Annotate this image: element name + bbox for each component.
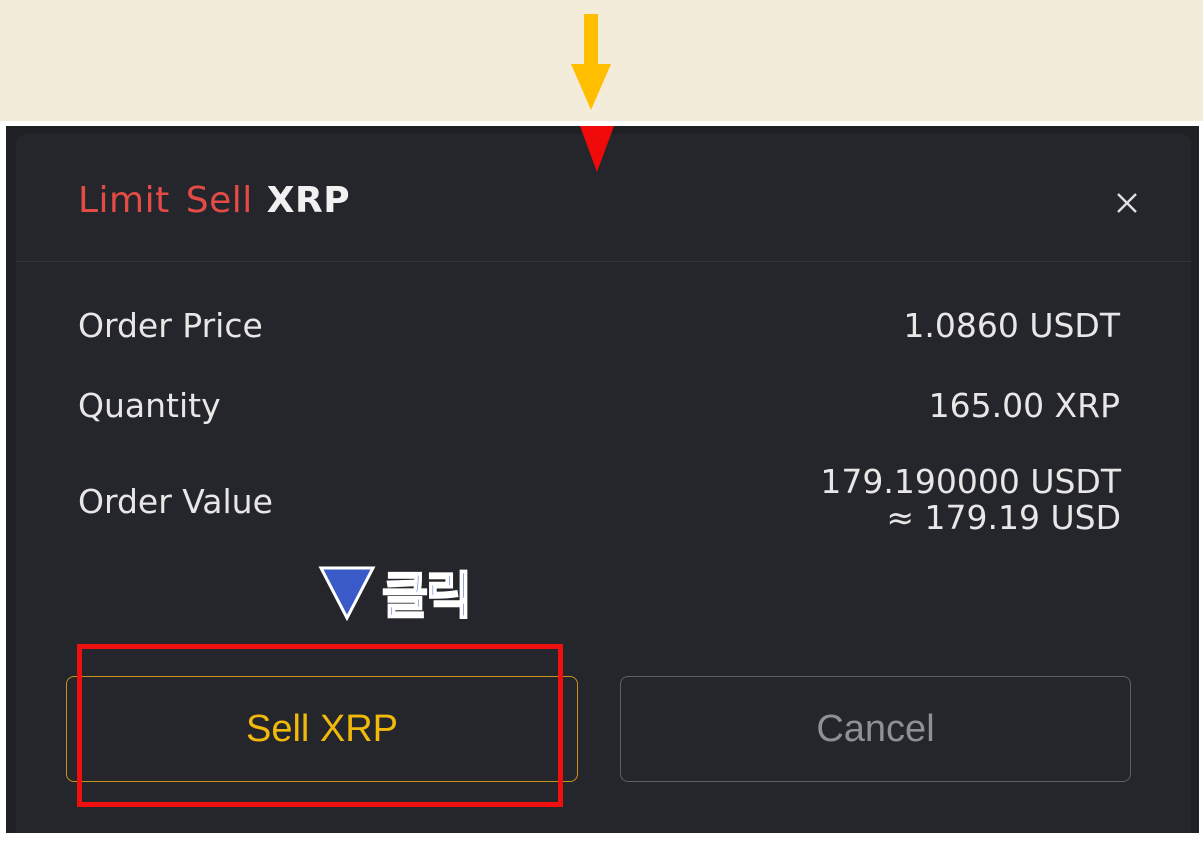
order-value-label: Order Value: [78, 482, 273, 521]
dialog-title: Limit Sell XRP: [78, 181, 350, 221]
order-price-value: 1.0860 USDT: [903, 306, 1120, 345]
top-banner-area: [0, 0, 1203, 121]
title-side: Sell: [185, 180, 253, 221]
order-confirm-dialog: Limit Sell XRP Order Price 1.0860 USDT Qua…: [16, 126, 1191, 833]
quantity-row: Quantity 165.00 XRP: [78, 386, 1120, 430]
click-annotation-text: 클릭: [381, 566, 473, 626]
close-icon[interactable]: [1115, 191, 1139, 215]
order-value-usdt: 179.190000 USDT: [820, 462, 1121, 501]
sell-xrp-button[interactable]: Sell XRP: [66, 676, 578, 782]
order-price-label: Order Price: [78, 306, 263, 345]
cancel-button-label: Cancel: [816, 707, 935, 750]
order-value: 179.190000 USDT ≈ 179.19 USD: [820, 464, 1121, 536]
click-annotation: 클릭: [318, 560, 473, 626]
order-value-usd: ≈ 179.19 USD: [886, 498, 1121, 537]
app-screenshot: Limit Sell XRP Order Price 1.0860 USDT Qua…: [6, 126, 1199, 833]
cancel-button[interactable]: Cancel: [620, 676, 1131, 782]
dialog-header: Limit Sell XRP: [16, 134, 1191, 262]
title-coin: XRP: [266, 180, 351, 221]
sell-xrp-button-label: Sell XRP: [245, 707, 399, 750]
quantity-value: 165.00 XRP: [928, 386, 1120, 425]
down-triangle-icon: [318, 566, 376, 621]
title-order-type: Limit: [78, 180, 170, 221]
order-price-row: Order Price 1.0860 USDT: [78, 306, 1120, 350]
quantity-label: Quantity: [78, 386, 221, 425]
down-arrow-icon: [571, 14, 611, 110]
